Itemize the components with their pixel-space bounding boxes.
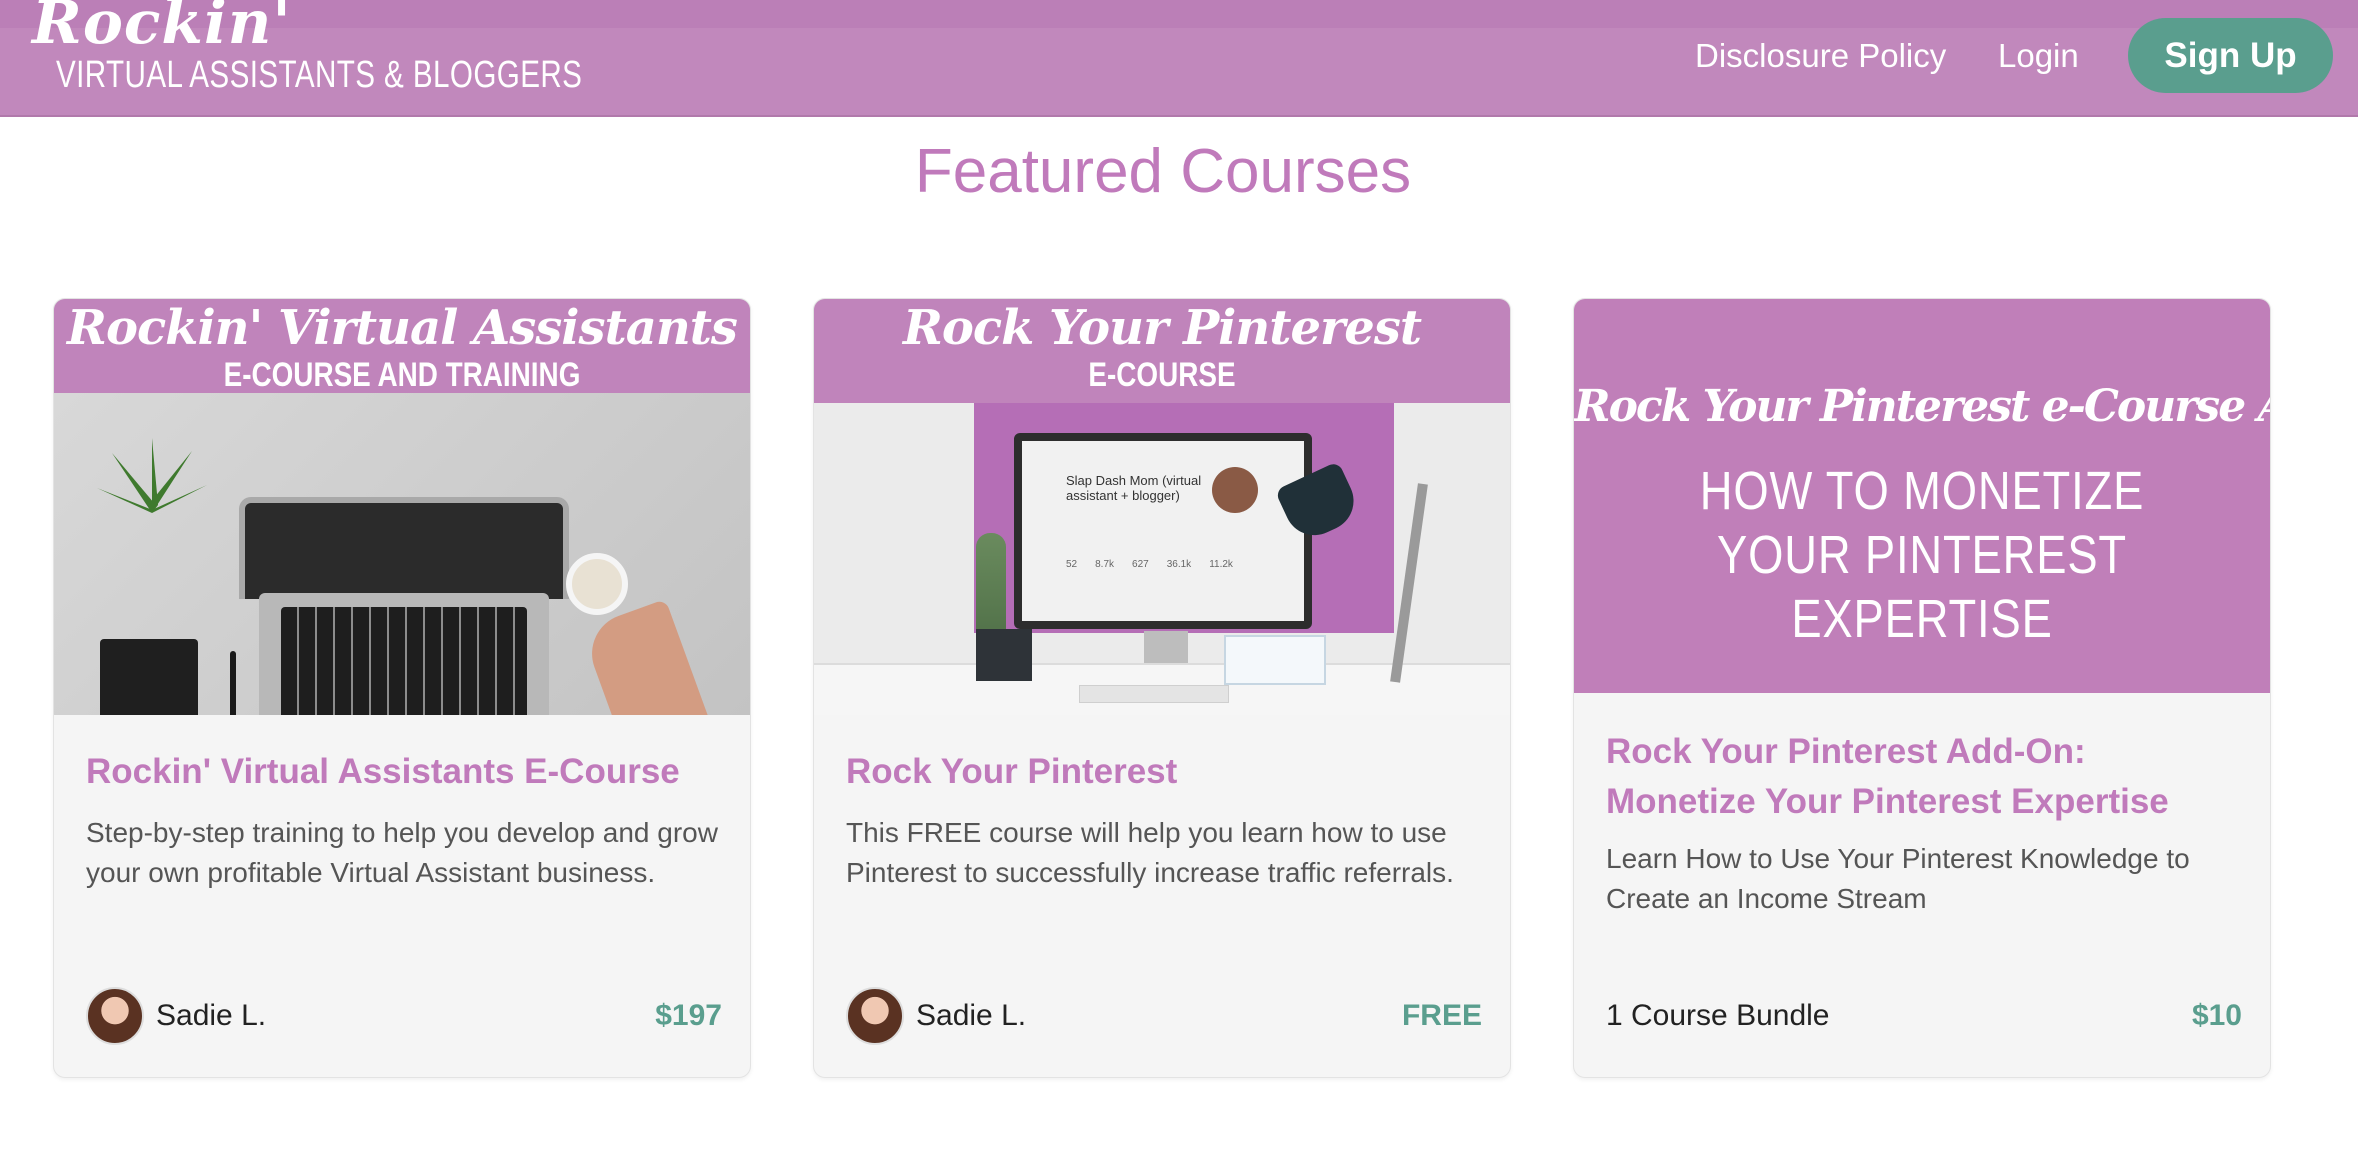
coffee-cup-graphic xyxy=(566,553,628,615)
plant-graphic xyxy=(92,433,212,523)
nav-login-link[interactable]: Login xyxy=(1998,36,2079,76)
monitor-stat: 36.1k xyxy=(1166,559,1192,570)
course-price: $197 xyxy=(655,999,722,1032)
site-logo[interactable]: Rockin' VIRTUAL ASSISTANTS & BLOGGERS xyxy=(32,0,731,97)
cube-graphic xyxy=(976,629,1032,681)
monitor-graphic: Slap Dash Mom (virtual assistant + blogg… xyxy=(1014,433,1312,629)
monitor-stat: 52 xyxy=(1066,559,1078,570)
arm-graphic xyxy=(580,598,738,715)
bundle-label: 1 Course Bundle xyxy=(1606,999,1830,1032)
monitor-stat: 627 xyxy=(1132,559,1149,570)
course-card[interactable]: Rock Your Pinterest e-Course Add-On HOW … xyxy=(1573,298,2271,1078)
course-card[interactable]: Slap Dash Mom (virtual assistant + blogg… xyxy=(813,298,1511,1078)
card-footer: Sadie L. FREE xyxy=(846,987,1482,1047)
course-card[interactable]: Rockin' Virtual Assistants E-COURSE AND … xyxy=(53,298,751,1078)
notebook-graphic xyxy=(100,639,198,715)
sign-up-button[interactable]: Sign Up xyxy=(2128,18,2333,93)
course-description: This FREE course will help you learn how… xyxy=(846,817,1454,888)
logo-script-text: Rockin' xyxy=(32,0,292,58)
keyboard-graphic xyxy=(281,607,527,715)
nav-disclosure-policy-link[interactable]: Disclosure Policy xyxy=(1695,36,1946,76)
course-image-banner: Rockin' Virtual Assistants E-COURSE AND … xyxy=(54,299,750,393)
course-title[interactable]: Rock Your Pinterest xyxy=(846,747,1482,797)
laptop-base-graphic xyxy=(259,593,549,715)
banner-script-text: Rockin' Virtual Assistants xyxy=(67,300,738,356)
monitor-profile-name: Slap Dash Mom (virtual assistant + blogg… xyxy=(1066,473,1202,503)
course-price: FREE xyxy=(1401,999,1482,1032)
course-description: Learn How to Use Your Pinterest Knowledg… xyxy=(1606,843,2190,914)
course-image[interactable]: Slap Dash Mom (virtual assistant + blogg… xyxy=(814,299,1510,715)
banner-script-text: Rock Your Pinterest e-Course Add-On xyxy=(1574,381,2270,432)
course-image[interactable]: Rockin' Virtual Assistants E-COURSE AND … xyxy=(54,299,750,715)
author: Sadie L. xyxy=(86,987,266,1045)
card-body: Rock Your Pinterest This FREE course wil… xyxy=(846,747,1482,893)
card-footer: 1 Course Bundle $10 xyxy=(1606,987,2242,1047)
desk-photo: Slap Dash Mom (virtual assistant + blogg… xyxy=(814,403,1510,715)
site-header: Rockin' VIRTUAL ASSISTANTS & BLOGGERS Di… xyxy=(0,0,2358,117)
monitor-stat: 8.7k xyxy=(1095,559,1115,570)
avatar xyxy=(846,987,904,1045)
banner-caps-text: HOW TO MONETIZE YOUR PINTEREST EXPERTISE xyxy=(1699,461,2145,649)
course-image-banner: Rock Your Pinterest E-COURSE xyxy=(814,299,1510,403)
monitor-avatar xyxy=(1212,467,1258,513)
banner-caps-text: E-COURSE xyxy=(1088,356,1236,394)
card-body: Rock Your Pinterest Add-On: Monetize You… xyxy=(1606,727,2242,919)
course-description: Step-by-step training to help you develo… xyxy=(86,817,718,888)
avatar xyxy=(86,987,144,1045)
course-title[interactable]: Rockin' Virtual Assistants E-Course xyxy=(86,747,722,797)
laptop-screen-graphic xyxy=(239,497,569,599)
section-title: Featured Courses xyxy=(914,137,1412,206)
banner-caps-text: E-COURSE AND TRAINING xyxy=(223,356,581,394)
lamp-pole-graphic xyxy=(1390,483,1428,683)
desk-photo xyxy=(54,393,750,715)
author-name: Sadie L. xyxy=(156,999,267,1032)
monitor-stats: 52 8.7k 627 36.1k 11.2k xyxy=(1066,559,1233,570)
card-footer: Sadie L. $197 xyxy=(86,987,722,1047)
course-title[interactable]: Rock Your Pinterest Add-On: Monetize You… xyxy=(1606,727,2242,827)
course-image[interactable]: Rock Your Pinterest e-Course Add-On HOW … xyxy=(1574,299,2270,693)
pen-graphic xyxy=(230,651,236,715)
logo-subtitle: VIRTUAL ASSISTANTS & BLOGGERS xyxy=(56,54,583,96)
author-name: Sadie L. xyxy=(916,999,1027,1032)
card-body: Rockin' Virtual Assistants E-Course Step… xyxy=(86,747,722,893)
course-price: $10 xyxy=(2191,999,2242,1032)
keyboard-graphic xyxy=(1079,685,1229,703)
author: Sadie L. xyxy=(846,987,1026,1045)
banner-script-text: Rock Your Pinterest xyxy=(902,300,1422,356)
calendar-graphic xyxy=(1224,635,1326,685)
monitor-stat: 11.2k xyxy=(1209,559,1233,570)
